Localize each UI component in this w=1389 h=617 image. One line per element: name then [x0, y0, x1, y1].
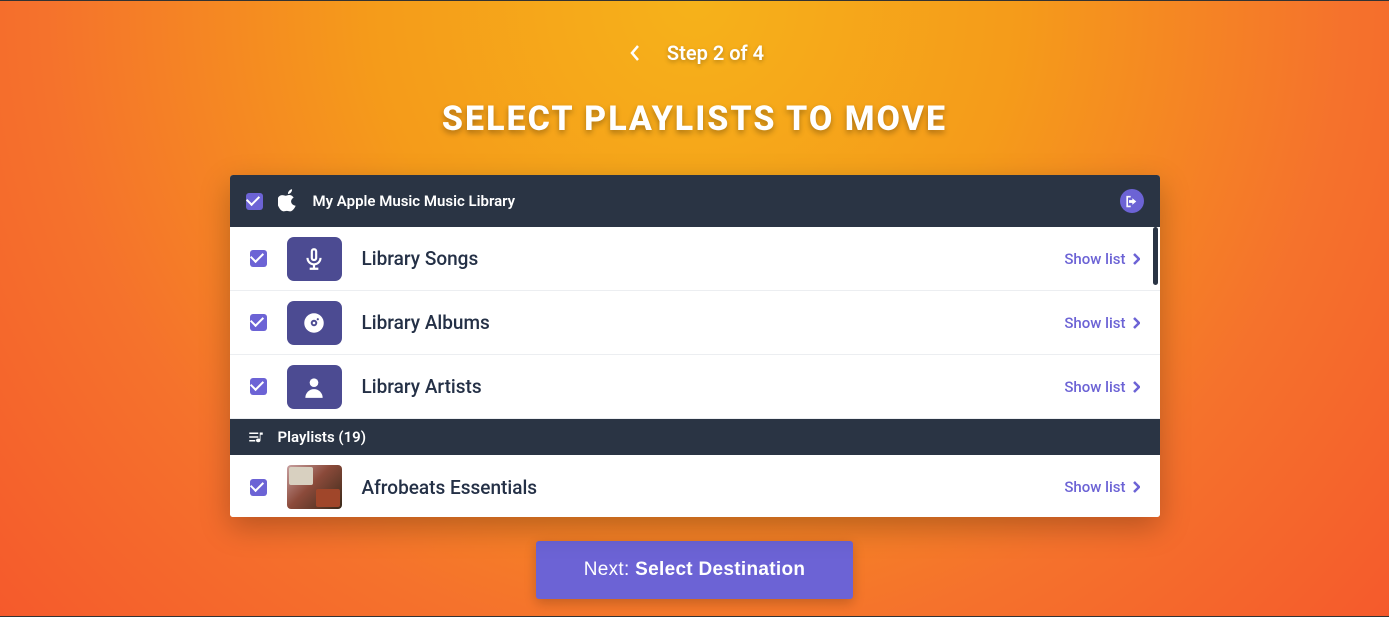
item-checkbox[interactable] — [250, 314, 267, 331]
scrollbar-thumb[interactable] — [1153, 227, 1158, 285]
next-button[interactable]: Next: Select Destination — [536, 541, 854, 599]
playlist-icon — [246, 427, 266, 447]
show-list-button[interactable]: Show list — [1064, 478, 1139, 496]
logout-button[interactable] — [1120, 189, 1144, 213]
playlist-thumbnail — [287, 465, 342, 509]
list-item: Library Albums Show list — [230, 291, 1160, 355]
playlist-panel: My Apple Music Music Library Library Son… — [230, 175, 1160, 517]
chevron-right-icon — [1132, 317, 1140, 329]
item-checkbox[interactable] — [250, 378, 267, 395]
person-icon — [287, 365, 342, 409]
step-indicator: Step 2 of 4 — [667, 41, 764, 65]
chevron-right-icon — [1132, 481, 1140, 493]
item-label: Library Songs — [362, 247, 1045, 270]
item-label: Library Albums — [362, 311, 1045, 334]
back-button[interactable] — [625, 43, 645, 63]
item-checkbox[interactable] — [250, 479, 267, 496]
item-label: Afrobeats Essentials — [362, 476, 1045, 499]
chevron-right-icon — [1132, 253, 1140, 265]
list-item: Library Songs Show list — [230, 227, 1160, 291]
list-item: Afrobeats Essentials Show list — [230, 455, 1160, 517]
show-list-button[interactable]: Show list — [1064, 250, 1139, 268]
list-item: Library Artists Show list — [230, 355, 1160, 419]
show-list-button[interactable]: Show list — [1064, 314, 1139, 332]
section-label: Playlists (19) — [278, 428, 367, 446]
item-label: Library Artists — [362, 375, 1045, 398]
disc-icon — [287, 301, 342, 345]
items-list[interactable]: Library Songs Show list Library Albums S… — [230, 227, 1160, 517]
select-all-checkbox[interactable] — [246, 193, 263, 210]
show-list-button[interactable]: Show list — [1064, 378, 1139, 396]
item-checkbox[interactable] — [250, 250, 267, 267]
chevron-right-icon — [1132, 381, 1140, 393]
apple-logo-icon — [277, 189, 299, 214]
microphone-icon — [287, 237, 342, 281]
playlists-section-header: Playlists (19) — [230, 419, 1160, 455]
source-library-name: My Apple Music Music Library — [313, 192, 1106, 210]
page-title: SELECT PLAYLISTS TO MOVE — [442, 99, 947, 139]
panel-header: My Apple Music Music Library — [230, 175, 1160, 227]
